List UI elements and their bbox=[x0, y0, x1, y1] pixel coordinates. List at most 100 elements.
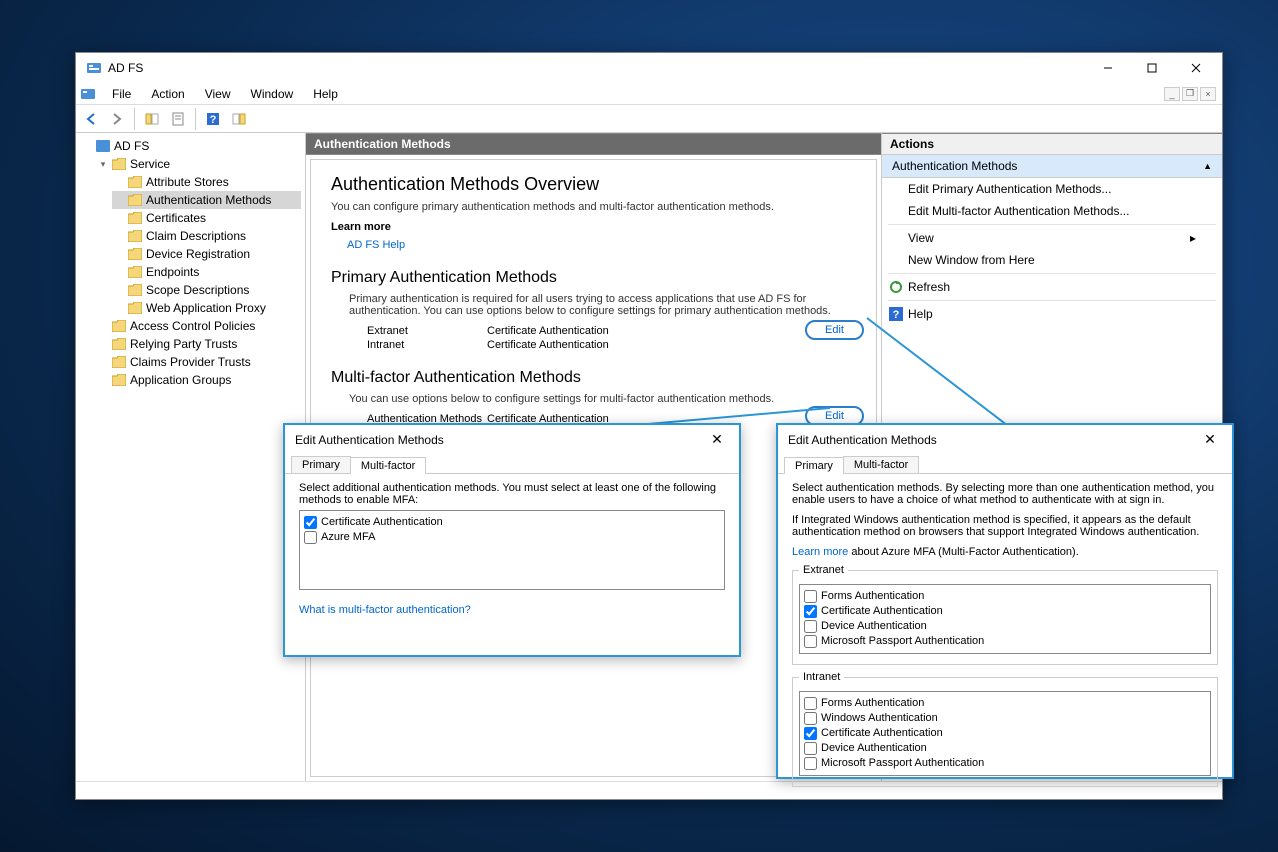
adfs-icon bbox=[86, 60, 102, 76]
tab-primary[interactable]: Primary bbox=[784, 457, 844, 474]
menu-window[interactable]: Window bbox=[241, 85, 304, 103]
menu-action[interactable]: Action bbox=[141, 85, 194, 103]
adfs-icon bbox=[80, 86, 96, 102]
learn-more-link[interactable]: Learn more bbox=[792, 546, 848, 558]
primary-desc: Primary authentication is required for a… bbox=[349, 293, 856, 317]
checkbox-row[interactable]: Forms Authentication bbox=[804, 589, 1206, 604]
tree-item[interactable]: Web Application Proxy bbox=[112, 299, 301, 317]
tree-service[interactable]: ▾ Service bbox=[96, 155, 301, 173]
tree-item[interactable]: Device Registration bbox=[112, 245, 301, 263]
checkbox[interactable] bbox=[804, 742, 817, 755]
back-button[interactable] bbox=[80, 108, 102, 130]
checkbox[interactable] bbox=[804, 605, 817, 618]
maximize-button[interactable] bbox=[1130, 53, 1174, 83]
row-val: Certificate Authentication bbox=[487, 339, 609, 351]
console-tree[interactable]: AD FS ▾ Service Attribute Stores bbox=[76, 133, 306, 781]
tree-item-label: Scope Descriptions bbox=[146, 282, 249, 298]
mdi-close[interactable]: × bbox=[1200, 87, 1216, 101]
folder-icon bbox=[112, 320, 126, 332]
actions-section-label: Authentication Methods bbox=[892, 159, 1017, 173]
collapse-icon[interactable]: ▾ bbox=[98, 156, 108, 172]
mdi-minimize[interactable]: _ bbox=[1164, 87, 1180, 101]
actions-header: Actions bbox=[882, 133, 1222, 155]
properties-button[interactable] bbox=[167, 108, 189, 130]
action-item[interactable]: ?Help bbox=[882, 303, 1222, 325]
tree-item[interactable]: Certificates bbox=[112, 209, 301, 227]
checkbox[interactable] bbox=[804, 697, 817, 710]
mfa-whatis-link[interactable]: What is multi-factor authentication? bbox=[299, 604, 471, 616]
window-title: AD FS bbox=[108, 61, 1086, 75]
primary-desc1: Select authentication methods. By select… bbox=[792, 482, 1218, 506]
tree-item-label: Certificates bbox=[146, 210, 206, 226]
menu-view[interactable]: View bbox=[195, 85, 241, 103]
action-label: View bbox=[908, 231, 934, 245]
checkbox[interactable] bbox=[804, 727, 817, 740]
menu-file[interactable]: File bbox=[102, 85, 141, 103]
menubar: File Action View Window Help _ ❐ × bbox=[76, 83, 1222, 105]
show-hide-action-pane-button[interactable] bbox=[228, 108, 250, 130]
checkbox-row[interactable]: Device Authentication bbox=[804, 619, 1206, 634]
action-label: Edit Primary Authentication Methods... bbox=[908, 182, 1111, 196]
tree-item-label: Endpoints bbox=[146, 264, 199, 280]
help-link[interactable]: AD FS Help bbox=[347, 239, 405, 251]
tab-multi-factor[interactable]: Multi-factor bbox=[843, 456, 919, 473]
close-icon[interactable]: ✕ bbox=[1198, 431, 1222, 448]
action-item[interactable]: Edit Multi-factor Authentication Methods… bbox=[882, 200, 1222, 222]
checkbox[interactable] bbox=[304, 516, 317, 529]
checkbox-label: Microsoft Passport Authentication bbox=[821, 756, 984, 771]
minimize-button[interactable] bbox=[1086, 53, 1130, 83]
forward-button[interactable] bbox=[106, 108, 128, 130]
tree-item[interactable]: Relying Party Trusts bbox=[96, 335, 301, 353]
mdi-restore[interactable]: ❐ bbox=[1182, 87, 1198, 101]
menu-help[interactable]: Help bbox=[303, 85, 348, 103]
svg-text:?: ? bbox=[893, 309, 900, 321]
checkbox[interactable] bbox=[804, 757, 817, 770]
tab-multi-factor[interactable]: Multi-factor bbox=[350, 457, 426, 474]
checkbox-row[interactable]: Certificate Authentication bbox=[804, 726, 1206, 741]
checkbox[interactable] bbox=[304, 531, 317, 544]
checkbox-row[interactable]: Device Authentication bbox=[804, 741, 1206, 756]
checkbox-row[interactable]: Certificate Authentication bbox=[304, 515, 720, 530]
tree-item[interactable]: Claims Provider Trusts bbox=[96, 353, 301, 371]
show-hide-tree-button[interactable] bbox=[141, 108, 163, 130]
center-header: Authentication Methods bbox=[306, 133, 881, 155]
checkbox-row[interactable]: Certificate Authentication bbox=[804, 604, 1206, 619]
intranet-group: Intranet Forms AuthenticationWindows Aut… bbox=[792, 671, 1218, 787]
refresh-icon bbox=[888, 279, 904, 295]
checkbox-row[interactable]: Forms Authentication bbox=[804, 696, 1206, 711]
actions-section[interactable]: Authentication Methods ▲ bbox=[882, 155, 1222, 178]
checkbox-row[interactable]: Azure MFA bbox=[304, 530, 720, 545]
extranet-group: Extranet Forms AuthenticationCertificate… bbox=[792, 564, 1218, 665]
tabstrip: Primary Multi-factor bbox=[778, 450, 1232, 474]
tree-item[interactable]: Scope Descriptions bbox=[112, 281, 301, 299]
action-item[interactable]: New Window from Here bbox=[882, 249, 1222, 271]
tree-item[interactable]: Authentication Methods bbox=[112, 191, 301, 209]
checkbox-row[interactable]: Windows Authentication bbox=[804, 711, 1206, 726]
checkbox-row[interactable]: Microsoft Passport Authentication bbox=[804, 756, 1206, 771]
tree-item[interactable]: Endpoints bbox=[112, 263, 301, 281]
chevron-right-icon: ▸ bbox=[1190, 231, 1196, 245]
action-item[interactable]: Edit Primary Authentication Methods... bbox=[882, 178, 1222, 200]
tree-root[interactable]: AD FS bbox=[80, 137, 301, 155]
edit-primary-button[interactable]: Edit bbox=[805, 320, 864, 340]
checkbox-row[interactable]: Microsoft Passport Authentication bbox=[804, 634, 1206, 649]
action-item[interactable]: Refresh bbox=[882, 276, 1222, 298]
close-button[interactable] bbox=[1174, 53, 1218, 83]
help-toolbar-button[interactable]: ? bbox=[202, 108, 224, 130]
checkbox[interactable] bbox=[804, 590, 817, 603]
extranet-legend: Extranet bbox=[799, 564, 848, 576]
collapse-icon[interactable]: ▲ bbox=[1203, 161, 1212, 171]
tab-primary[interactable]: Primary bbox=[291, 456, 351, 473]
tree-item[interactable]: Application Groups bbox=[96, 371, 301, 389]
folder-icon bbox=[128, 230, 142, 242]
tree-item[interactable]: Access Control Policies bbox=[96, 317, 301, 335]
folder-icon bbox=[128, 302, 142, 314]
tree-item[interactable]: Attribute Stores bbox=[112, 173, 301, 191]
mfa-title: Multi-factor Authentication Methods bbox=[331, 369, 856, 387]
close-icon[interactable]: ✕ bbox=[705, 431, 729, 448]
checkbox[interactable] bbox=[804, 620, 817, 633]
action-item[interactable]: View ▸ bbox=[882, 227, 1222, 249]
checkbox[interactable] bbox=[804, 635, 817, 648]
tree-item[interactable]: Claim Descriptions bbox=[112, 227, 301, 245]
checkbox[interactable] bbox=[804, 712, 817, 725]
